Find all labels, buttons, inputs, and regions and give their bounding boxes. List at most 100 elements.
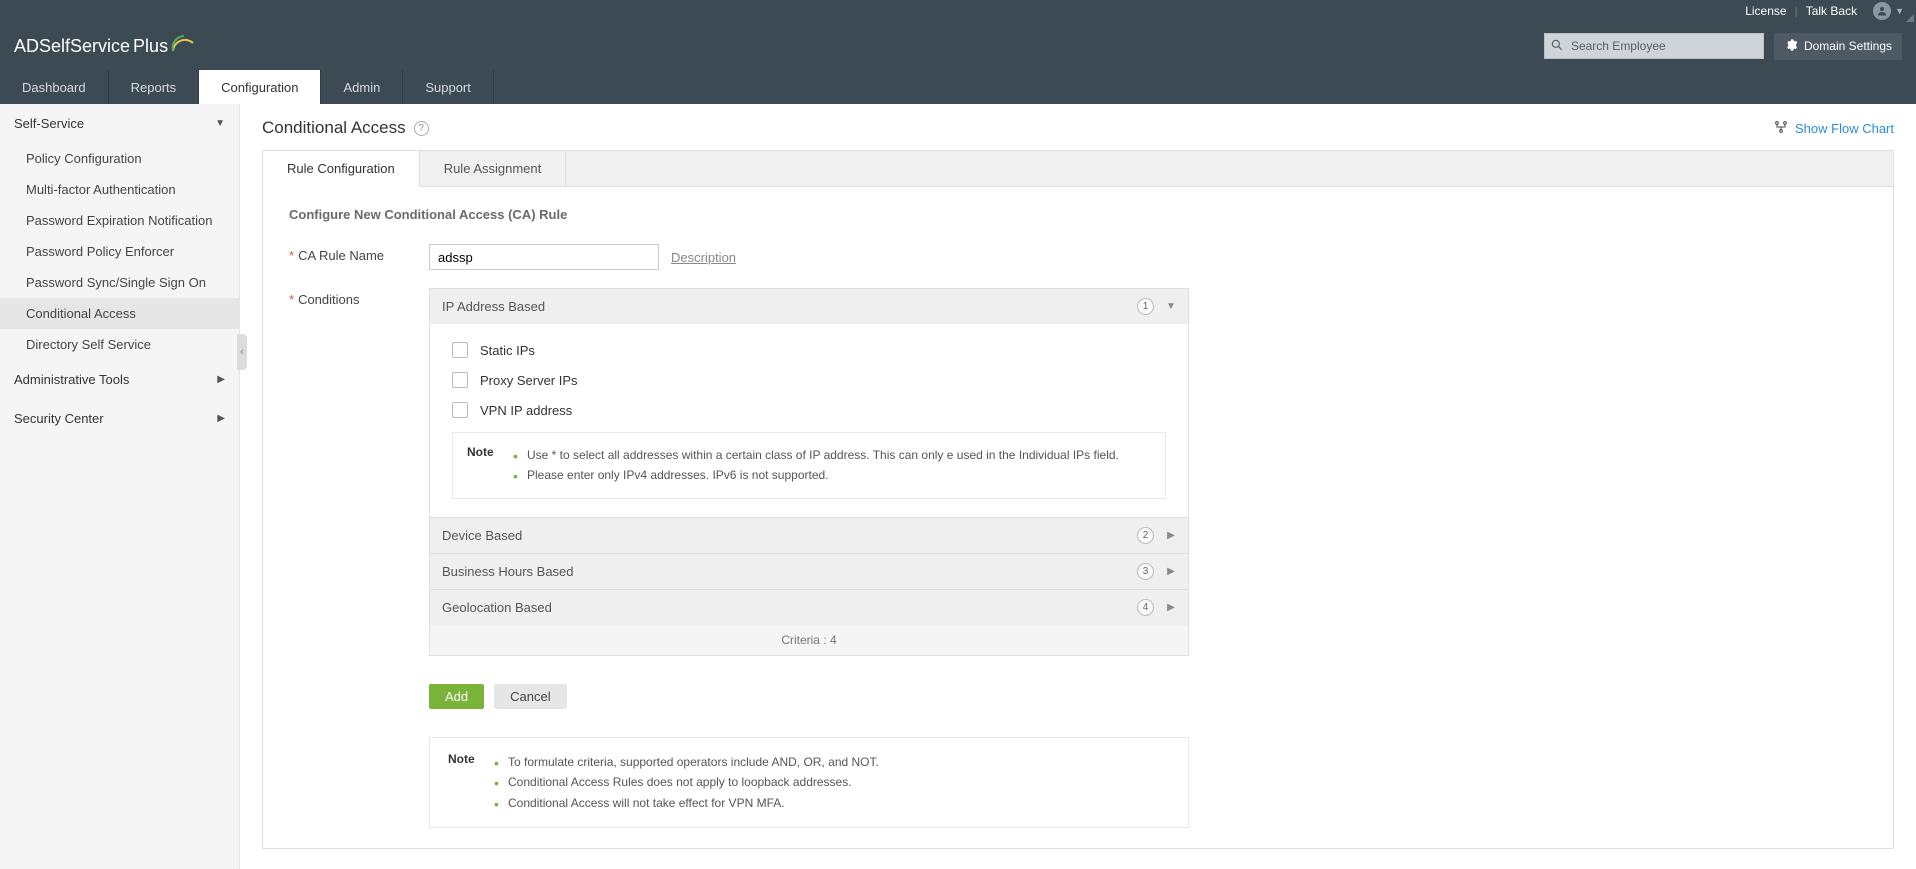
talkback-link[interactable]: Talk Back xyxy=(1806,4,1857,18)
search-input[interactable] xyxy=(1544,33,1764,59)
sidebar-item-policy[interactable]: Policy Configuration xyxy=(0,143,239,174)
page-title-row: Conditional Access ? Show Flow Chart xyxy=(262,118,1894,138)
sidebar-item-pwd-sync[interactable]: Password Sync/Single Sign On xyxy=(0,267,239,298)
accordion-label: Device Based xyxy=(442,528,522,543)
sidebar: Self-Service ▼ Policy Configuration Mult… xyxy=(0,104,240,869)
form-row-conditions: *Conditions IP Address Based 1 ▼ xyxy=(289,288,1867,656)
chevron-right-icon: ▶ xyxy=(1166,530,1176,541)
nav-reports[interactable]: Reports xyxy=(109,70,200,104)
logo-main: ADSelfService xyxy=(14,36,130,57)
form-row-rule-name: *CA Rule Name Description xyxy=(289,244,1867,270)
main-nav: Dashboard Reports Configuration Admin Su… xyxy=(0,70,1916,104)
badge: 1 xyxy=(1137,298,1154,315)
sidebar-item-pwd-exp[interactable]: Password Expiration Notification xyxy=(0,205,239,236)
divider: | xyxy=(1795,4,1798,18)
chevron-down-icon: ▼ xyxy=(1166,301,1176,312)
note-box-ip: Note Use * to select all addresses withi… xyxy=(452,432,1166,499)
section-title: Configure New Conditional Access (CA) Ru… xyxy=(289,207,1867,222)
page-title: Conditional Access ? xyxy=(262,118,429,138)
tabs: Rule Configuration Rule Assignment xyxy=(263,151,1893,187)
help-icon[interactable]: ? xyxy=(414,121,429,136)
note-label: Note xyxy=(448,752,494,813)
add-button[interactable]: Add xyxy=(429,684,484,709)
accordion-ip: IP Address Based 1 ▼ Static IPs xyxy=(429,288,1189,518)
show-flow-chart-link[interactable]: Show Flow Chart xyxy=(1773,119,1894,138)
tab-rule-configuration[interactable]: Rule Configuration xyxy=(263,151,420,187)
checkbox-static-ips[interactable]: Static IPs xyxy=(452,342,1166,358)
criteria-footer: Criteria : 4 xyxy=(429,625,1189,656)
checkbox-proxy-ips[interactable]: Proxy Server IPs xyxy=(452,372,1166,388)
note-item: To formulate criteria, supported operato… xyxy=(494,752,1170,772)
sidebar-section-label: Security Center xyxy=(14,411,104,426)
tab-rule-assignment[interactable]: Rule Assignment xyxy=(420,151,567,186)
nav-configuration[interactable]: Configuration xyxy=(199,70,321,104)
button-row: Add Cancel xyxy=(429,684,1867,709)
accordion-header-device[interactable]: Device Based 2 ▶ xyxy=(430,518,1188,553)
accordion-header-hours[interactable]: Business Hours Based 3 ▶ xyxy=(430,554,1188,589)
search-icon xyxy=(1550,38,1564,52)
sidebar-section-self-service[interactable]: Self-Service ▼ xyxy=(0,104,239,143)
logo-arc-icon xyxy=(172,35,194,57)
logo-suffix: Plus xyxy=(133,36,168,57)
accordion-geo: Geolocation Based 4 ▶ xyxy=(429,589,1189,626)
cancel-button[interactable]: Cancel xyxy=(494,684,566,709)
nav-admin[interactable]: Admin xyxy=(321,70,403,104)
license-link[interactable]: License xyxy=(1745,4,1786,18)
checkbox-label: Proxy Server IPs xyxy=(480,373,578,388)
badge: 4 xyxy=(1137,599,1154,616)
nav-support[interactable]: Support xyxy=(403,70,494,104)
sidebar-item-dir-self[interactable]: Directory Self Service xyxy=(0,329,239,360)
badge: 2 xyxy=(1137,527,1154,544)
sidebar-section-label: Administrative Tools xyxy=(14,372,129,387)
sidebar-item-mfa[interactable]: Multi-factor Authentication xyxy=(0,174,239,205)
checkbox-icon[interactable] xyxy=(452,402,468,418)
accordion-header-ip[interactable]: IP Address Based 1 ▼ xyxy=(430,289,1188,324)
note-label: Note xyxy=(467,445,513,486)
checkbox-icon[interactable] xyxy=(452,372,468,388)
sidebar-item-pwd-policy[interactable]: Password Policy Enforcer xyxy=(0,236,239,267)
accordion-body-ip: Static IPs Proxy Server IPs VPN IP addre… xyxy=(430,324,1188,517)
sidebar-section-admin-tools[interactable]: Administrative Tools ▶ xyxy=(0,360,239,399)
chevron-right-icon: ▶ xyxy=(217,413,225,424)
checkbox-icon[interactable] xyxy=(452,342,468,358)
nav-dashboard[interactable]: Dashboard xyxy=(0,70,109,104)
note-item: Conditional Access Rules does not apply … xyxy=(494,772,1170,792)
accordion-hours: Business Hours Based 3 ▶ xyxy=(429,553,1189,590)
sidebar-collapse-handle[interactable] xyxy=(237,334,247,370)
domain-settings-label: Domain Settings xyxy=(1804,39,1892,53)
accordion-header-geo[interactable]: Geolocation Based 4 ▶ xyxy=(430,590,1188,625)
description-link[interactable]: Description xyxy=(671,250,736,265)
note-item: Please enter only IPv4 addresses. IPv6 i… xyxy=(513,465,1151,485)
accordion-label: Geolocation Based xyxy=(442,600,552,615)
avatar-icon[interactable] xyxy=(1873,2,1891,20)
sidebar-item-conditional-access[interactable]: Conditional Access xyxy=(0,298,239,329)
conditions-label: *Conditions xyxy=(289,288,429,307)
checkbox-vpn-ip[interactable]: VPN IP address xyxy=(452,402,1166,418)
sidebar-section-label: Self-Service xyxy=(14,116,84,131)
search-wrap xyxy=(1544,33,1764,59)
rule-name-input[interactable] xyxy=(429,244,659,270)
chevron-down-icon[interactable]: ▼ xyxy=(1895,6,1904,16)
main-content: Conditional Access ? Show Flow Chart Rul… xyxy=(240,104,1916,869)
flow-link-label: Show Flow Chart xyxy=(1795,121,1894,136)
checkbox-label: Static IPs xyxy=(480,343,535,358)
accordion-device: Device Based 2 ▶ xyxy=(429,517,1189,554)
content: Configure New Conditional Access (CA) Ru… xyxy=(263,187,1893,848)
accordion-label: Business Hours Based xyxy=(442,564,574,579)
bottom-note: Note To formulate criteria, supported op… xyxy=(429,737,1189,828)
sidebar-section-security-center[interactable]: Security Center ▶ xyxy=(0,399,239,438)
chevron-right-icon: ▶ xyxy=(217,374,225,385)
gear-icon xyxy=(1784,38,1798,55)
chevron-down-icon: ▼ xyxy=(215,118,225,129)
domain-settings-button[interactable]: Domain Settings xyxy=(1774,33,1902,60)
rule-name-label: *CA Rule Name xyxy=(289,244,429,263)
accordion-label: IP Address Based xyxy=(442,299,545,314)
top-bar: License | Talk Back ▼ xyxy=(0,0,1916,22)
header: ADSelfService Plus Domain Settings xyxy=(0,22,1916,70)
note-list: Use * to select all addresses within a c… xyxy=(513,445,1151,486)
scroll-top-icon[interactable] xyxy=(1906,14,1914,22)
panel: Rule Configuration Rule Assignment Confi… xyxy=(262,150,1894,849)
checkbox-label: VPN IP address xyxy=(480,403,572,418)
note-list: To formulate criteria, supported operato… xyxy=(494,752,1170,813)
logo: ADSelfService Plus xyxy=(14,35,194,57)
